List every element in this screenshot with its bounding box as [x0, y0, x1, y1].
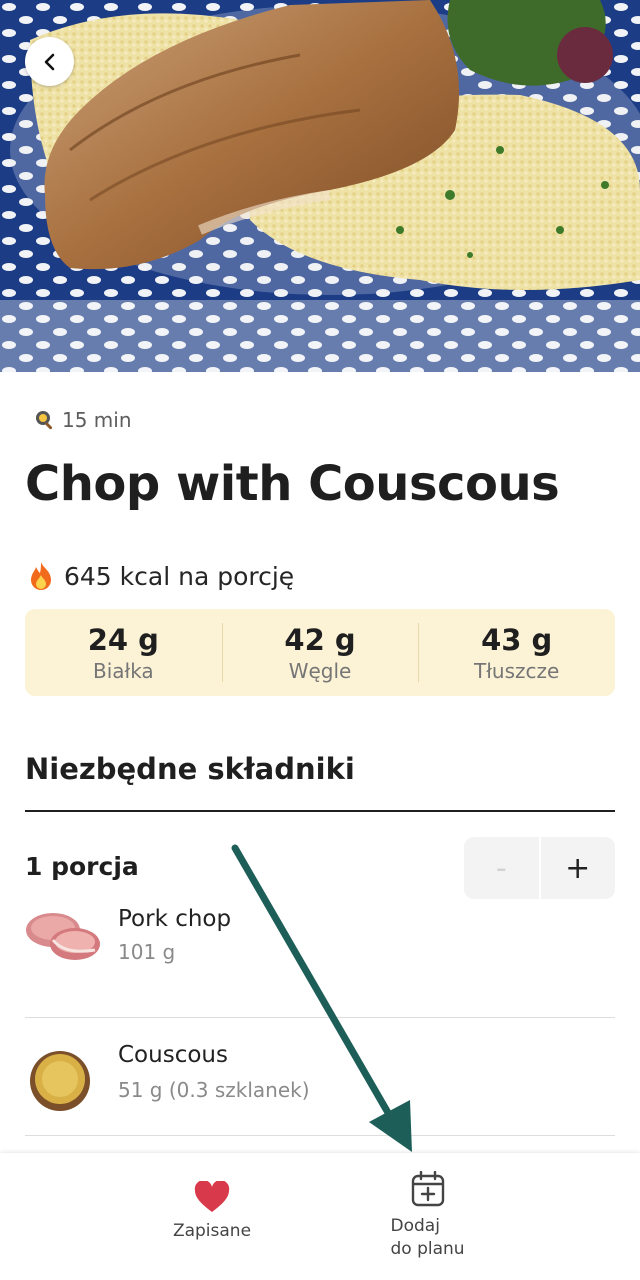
macro-fat: 43 g Tłuszcze	[418, 609, 615, 696]
section-divider	[25, 810, 615, 812]
ingredient-amount: 101 g	[118, 940, 176, 964]
add-to-plan-button[interactable]: Dodaj do planu	[368, 1171, 488, 1261]
pork-chop-image	[26, 913, 100, 960]
ingredient-item[interactable]: Couscous 51 g (0.3 szklanek)	[25, 1018, 615, 1136]
back-chevron-icon	[44, 53, 54, 70]
macro-protein: 24 g Białka	[25, 609, 222, 696]
prep-time: 15 min	[34, 408, 132, 432]
add-to-plan-line2: do planu	[390, 1239, 465, 1259]
portion-label: 1 porcja	[25, 852, 139, 881]
couscous-image	[30, 1051, 90, 1111]
macro-value: 24 g	[87, 622, 159, 657]
macro-value: 43 g	[481, 622, 553, 657]
heart-icon	[194, 1181, 230, 1212]
increase-portion-button[interactable]: +	[541, 837, 616, 899]
macro-value: 42 g	[284, 622, 356, 657]
row-divider	[25, 1135, 615, 1136]
ingredients-heading: Niezbędne składniki	[25, 752, 355, 786]
back-button[interactable]	[25, 37, 74, 86]
fire-icon	[31, 562, 51, 590]
portion-stepper[interactable]: - +	[464, 837, 615, 899]
ingredient-item[interactable]: Pork chop 101 g	[25, 900, 615, 1018]
bottom-action-bar: Zapisane Dodaj do planu	[0, 1153, 640, 1280]
macros-panel: 24 g Białka 42 g Węgle 43 g Tłuszcze	[25, 609, 615, 696]
saved-button[interactable]: Zapisane	[152, 1181, 272, 1241]
macro-label: Tłuszcze	[474, 658, 560, 683]
recipe-title: Chop with Couscous	[25, 456, 560, 512]
calories: 645 kcal na porcję	[27, 561, 294, 591]
recipe-hero-image	[0, 0, 640, 372]
macro-label: Białka	[92, 658, 154, 683]
macro-carbs: 42 g Węgle	[221, 609, 419, 696]
saved-label: Zapisane	[172, 1221, 252, 1241]
ingredient-name: Pork chop	[118, 906, 232, 932]
add-to-plan-label: Dodaj do planu	[391, 1215, 466, 1261]
calories-text: 645 kcal na porcję	[64, 561, 295, 591]
ingredient-name: Couscous	[118, 1042, 228, 1068]
ingredient-amount: 51 g (0.3 szklanek)	[118, 1078, 310, 1102]
add-to-plan-line1: Dodaj	[390, 1216, 440, 1236]
frying-pan-icon	[36, 411, 53, 430]
calendar-plus-icon	[411, 1171, 445, 1207]
prep-time-text: 15 min	[62, 408, 132, 432]
macro-label: Węgle	[288, 658, 352, 683]
decrease-portion-button[interactable]: -	[464, 837, 541, 899]
